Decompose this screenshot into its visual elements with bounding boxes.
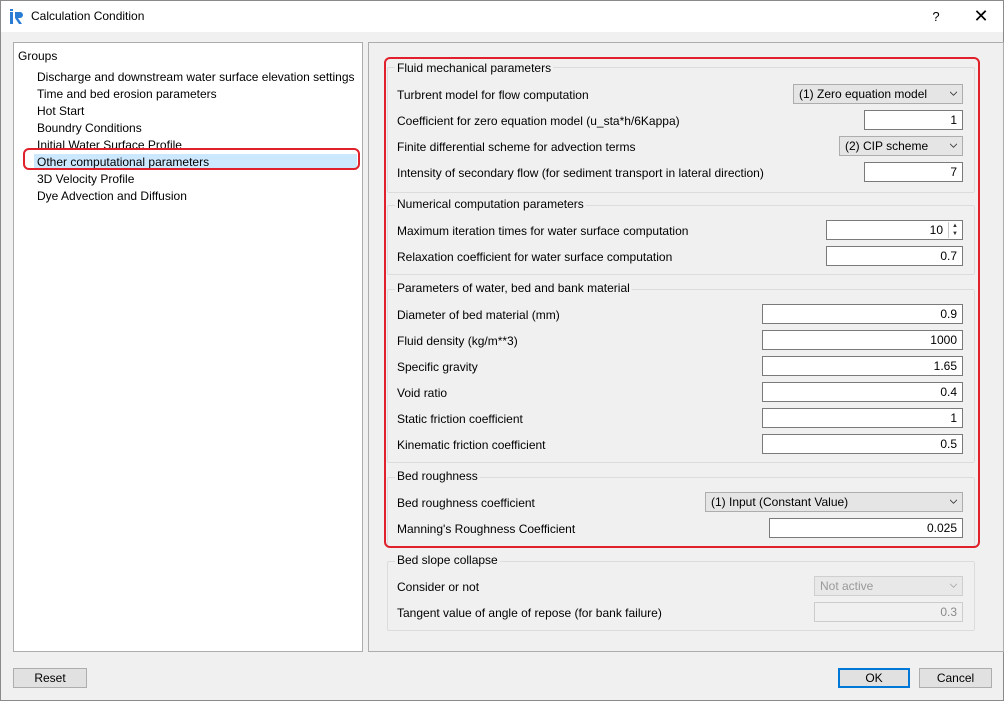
specific-gravity-input[interactable]: 1.65 [762, 356, 963, 376]
kinematic-friction-label: Kinematic friction coefficient [397, 438, 546, 452]
secondary-flow-label: Intensity of secondary flow (for sedimen… [397, 166, 764, 180]
turbulent-model-select[interactable]: (1) Zero equation model [793, 84, 963, 104]
void-ratio-input[interactable]: 0.4 [762, 382, 963, 402]
max-iteration-label: Maximum iteration times for water surfac… [397, 224, 689, 238]
consider-value: Not active [820, 579, 874, 593]
group-item-boundary-conditions[interactable]: Boundry Conditions [37, 120, 142, 136]
app-icon [10, 9, 23, 24]
group-item-3d-velocity[interactable]: 3D Velocity Profile [37, 171, 134, 187]
static-friction-input[interactable]: 1 [762, 408, 963, 428]
roughness-coef-select[interactable]: (1) Input (Constant Value) [705, 492, 963, 512]
help-button[interactable]: ? [919, 1, 953, 32]
slope-collapse-group-title: Bed slope collapse [395, 553, 500, 567]
tangent-input[interactable]: 0.3 [814, 602, 963, 622]
cancel-button[interactable]: Cancel [919, 668, 992, 688]
manning-label: Manning's Roughness Coefficient [397, 522, 576, 536]
relaxation-label: Relaxation coefficient for water surface… [397, 250, 673, 264]
kinematic-friction-input[interactable]: 0.5 [762, 434, 963, 454]
advection-scheme-select[interactable]: (2) CIP scheme [839, 136, 963, 156]
roughness-group-title: Bed roughness [395, 469, 480, 483]
fluid-group-title: Fluid mechanical parameters [395, 61, 554, 75]
roughness-coef-label: Bed roughness coefficient [397, 496, 535, 510]
group-item-time-bed-erosion[interactable]: Time and bed erosion parameters [37, 86, 217, 102]
zero-eq-coef-input[interactable]: 1 [864, 110, 963, 130]
bed-diameter-input[interactable]: 0.9 [762, 304, 963, 324]
chevron-down-icon [950, 583, 957, 588]
group-item-initial-water-surface[interactable]: Initial Water Surface Profile [37, 137, 182, 153]
consider-select[interactable]: Not active [814, 576, 963, 596]
window-title: Calculation Condition [31, 9, 145, 23]
specific-gravity-label: Specific gravity [397, 360, 478, 374]
calculation-condition-dialog: Calculation Condition ? ✕ Groups Dischar… [0, 0, 1004, 701]
material-group-title: Parameters of water, bed and bank materi… [395, 281, 632, 295]
ok-button[interactable]: OK [838, 668, 910, 688]
chevron-down-icon [950, 91, 957, 96]
max-iteration-spinbox[interactable]: 10 ▲ ▼ [826, 220, 963, 240]
max-iteration-value: 10 [929, 223, 943, 237]
static-friction-label: Static friction coefficient [397, 412, 523, 426]
chevron-down-icon [950, 143, 957, 148]
zero-eq-coef-label: Coefficient for zero equation model (u_s… [397, 114, 680, 128]
chevron-down-icon [950, 499, 957, 504]
fluid-density-input[interactable]: 1000 [762, 330, 963, 350]
group-item-hot-start[interactable]: Hot Start [37, 103, 84, 119]
reset-button[interactable]: Reset [13, 668, 87, 688]
advection-scheme-value: (2) CIP scheme [845, 139, 929, 153]
spin-arrows-icon[interactable]: ▲ ▼ [948, 222, 961, 238]
group-item-dye-advection[interactable]: Dye Advection and Diffusion [37, 188, 187, 204]
turbulent-model-value: (1) Zero equation model [799, 87, 928, 101]
tangent-label: Tangent value of angle of repose (for ba… [397, 606, 662, 620]
parameters-panel: Fluid mechanical parameters Turbrent mod… [368, 42, 1004, 652]
relaxation-input[interactable]: 0.7 [826, 246, 963, 266]
title-bar: Calculation Condition ? ✕ [1, 1, 1003, 32]
fluid-density-label: Fluid density (kg/m**3) [397, 334, 518, 348]
numerical-group-title: Numerical computation parameters [395, 197, 586, 211]
roughness-coef-value: (1) Input (Constant Value) [711, 495, 849, 509]
close-button[interactable]: ✕ [961, 1, 1001, 32]
secondary-flow-input[interactable]: 7 [864, 162, 963, 182]
group-item-discharge[interactable]: Discharge and downstream water surface e… [37, 69, 355, 85]
manning-input[interactable]: 0.025 [769, 518, 963, 538]
void-ratio-label: Void ratio [397, 386, 448, 400]
groups-tree[interactable]: Groups Discharge and downstream water su… [13, 42, 363, 652]
bed-diameter-label: Diameter of bed material (mm) [397, 308, 560, 322]
group-item-other-computational[interactable]: Other computational parameters [34, 154, 357, 170]
turbulent-model-label: Turbrent model for flow computation [397, 88, 589, 102]
groups-title: Groups [18, 49, 58, 63]
advection-scheme-label: Finite differential scheme for advection… [397, 140, 636, 154]
consider-label: Consider or not [397, 580, 480, 594]
